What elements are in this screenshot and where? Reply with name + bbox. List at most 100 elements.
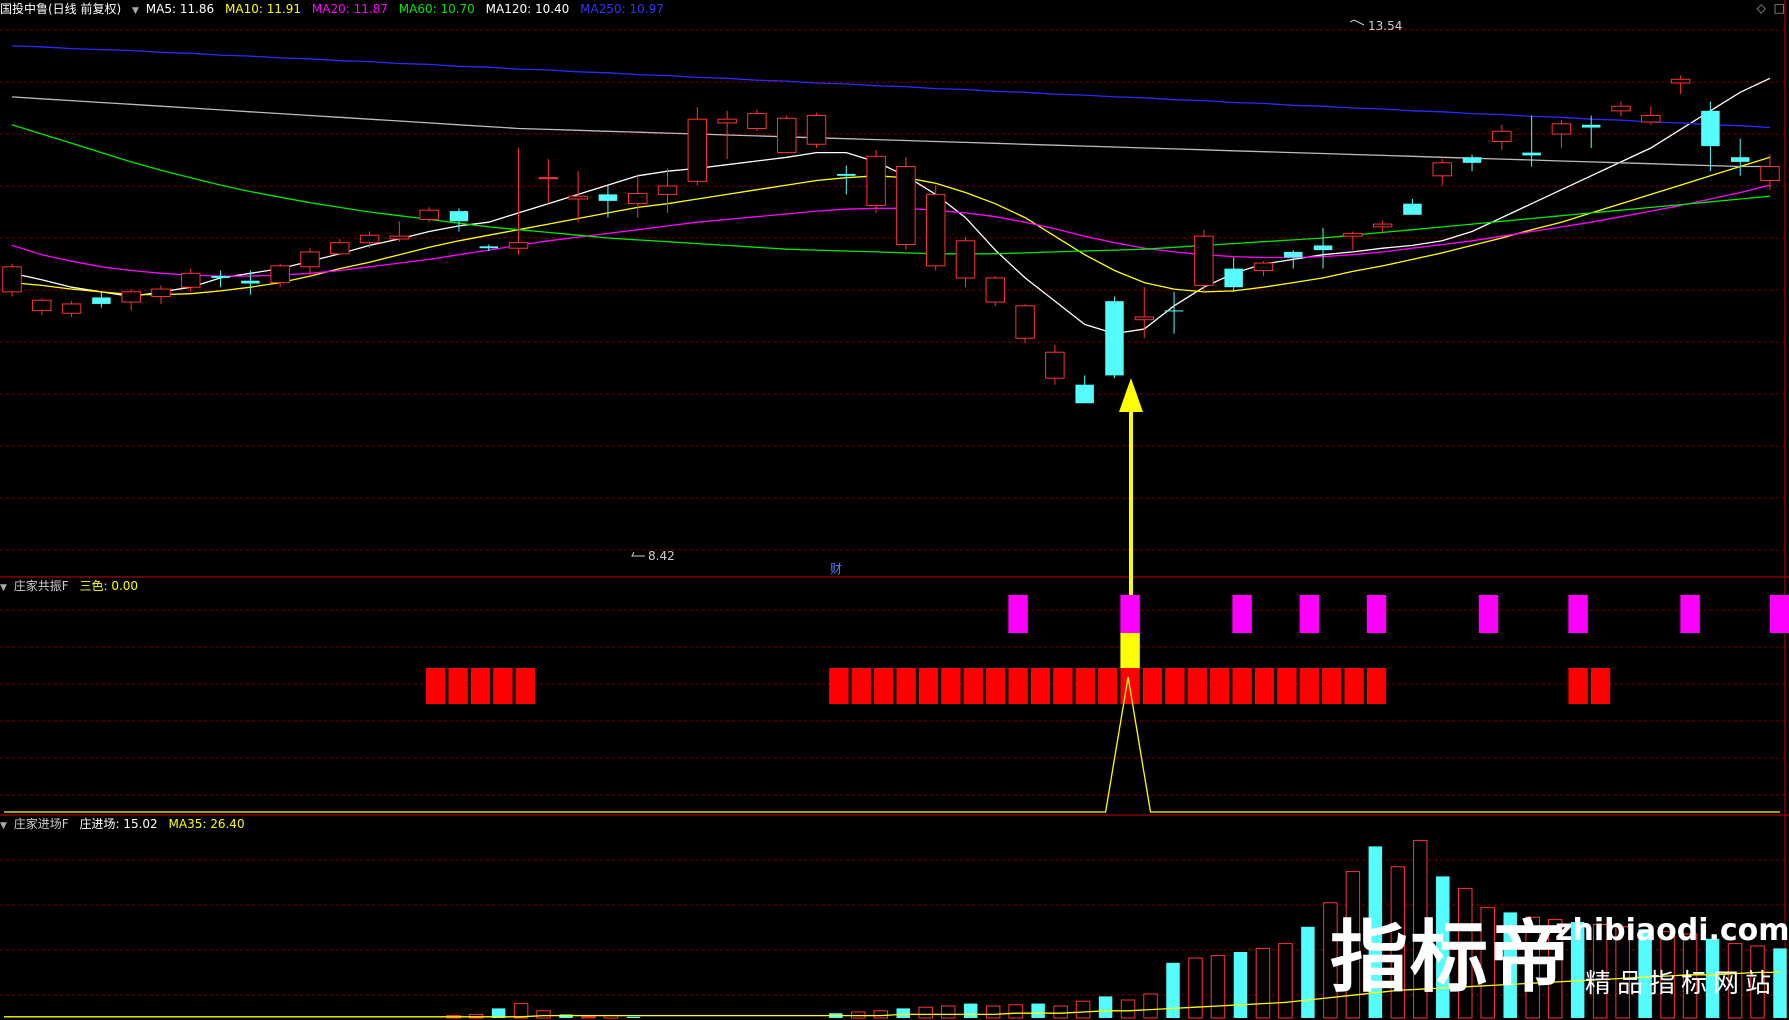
volume-bar xyxy=(1031,1003,1045,1018)
candle-body xyxy=(1313,245,1333,251)
magenta-block xyxy=(1770,595,1789,633)
candle-body xyxy=(151,288,171,298)
candle xyxy=(1432,159,1452,186)
candle xyxy=(657,168,678,213)
red-block xyxy=(874,668,894,704)
red-block xyxy=(851,668,871,704)
volume-bar xyxy=(626,1016,641,1018)
candle xyxy=(449,208,469,232)
candle xyxy=(1372,220,1393,232)
candle-body xyxy=(1134,316,1155,321)
candle xyxy=(1730,138,1750,176)
magenta-block xyxy=(1366,595,1387,633)
candle xyxy=(1403,199,1422,215)
red-block xyxy=(918,668,939,704)
volume-bar xyxy=(1301,926,1315,1018)
candle-body xyxy=(627,192,648,205)
candle-body xyxy=(121,291,141,303)
candle-body xyxy=(1105,301,1124,376)
volume-bar xyxy=(1255,947,1271,1019)
diamond-icon[interactable]: ◇ xyxy=(1757,1,1766,15)
volume-bar xyxy=(1120,999,1136,1019)
low-pointer xyxy=(631,551,645,557)
candle-body xyxy=(985,277,1006,303)
red-block xyxy=(941,668,961,704)
candle xyxy=(538,159,559,204)
watermark-sub: 精品指标网站 xyxy=(1585,969,1778,999)
magenta-block xyxy=(1299,595,1319,633)
stock-title[interactable]: 国投中鲁(日线 前复权) xyxy=(0,2,121,16)
candle-body xyxy=(837,173,856,176)
candle-body xyxy=(896,166,916,246)
red-block xyxy=(1590,668,1611,704)
candle xyxy=(866,149,886,213)
resonance-panel xyxy=(4,595,1789,813)
candle-body xyxy=(270,265,290,284)
main-candles[interactable] xyxy=(2,75,1780,404)
ma120-label: MA120: 10.40 xyxy=(485,2,570,16)
candle xyxy=(211,270,230,288)
candle-body xyxy=(1403,203,1422,215)
candle xyxy=(1194,229,1214,292)
dropdown-icon[interactable]: ▼ xyxy=(132,6,139,16)
red-block xyxy=(963,668,983,704)
panel3-value2: MA35: 26.40 xyxy=(168,817,245,831)
volume-bar xyxy=(1166,962,1180,1018)
candle-body xyxy=(211,276,230,278)
candle xyxy=(806,112,827,148)
volume-bar xyxy=(536,1010,551,1019)
high-pointer xyxy=(1349,19,1365,26)
red-block xyxy=(448,668,468,704)
signal-arrow-head xyxy=(1119,378,1143,412)
dropdown-icon[interactable]: ▼ xyxy=(0,821,7,831)
panel3-name[interactable]: 庄家进场F xyxy=(14,817,69,831)
candle-body xyxy=(717,118,737,124)
dropdown-icon[interactable]: ▼ xyxy=(0,583,7,593)
panel2-name[interactable]: 庄家共振F xyxy=(14,579,69,593)
red-block xyxy=(1142,668,1163,704)
panel3-header: ▼ 庄家进场F 庄进场: 15.02 MA35: 26.40 xyxy=(0,816,252,832)
watermark: 指标帝 zhibiaodi.com 精品指标网站 xyxy=(1330,895,1789,1015)
magenta-block xyxy=(1008,595,1028,633)
magenta-block xyxy=(1568,595,1588,633)
candle xyxy=(300,248,320,277)
candle-body xyxy=(1372,223,1393,228)
red-block xyxy=(1053,668,1073,704)
candle xyxy=(1641,106,1661,125)
candle-body xyxy=(449,211,469,222)
volume-bar xyxy=(896,1008,910,1018)
restore-icon[interactable]: □ xyxy=(1774,1,1785,15)
candle-body xyxy=(538,177,559,180)
red-block xyxy=(1075,668,1095,704)
candle-body xyxy=(657,185,678,195)
candle xyxy=(1075,375,1094,404)
candle xyxy=(1343,231,1363,251)
candle xyxy=(1164,291,1184,334)
candle-body xyxy=(1194,235,1214,286)
candle-body xyxy=(1730,157,1750,162)
candle-body xyxy=(1551,123,1572,135)
candle-body xyxy=(419,209,439,220)
candle-body xyxy=(747,113,767,129)
candle-body xyxy=(955,240,976,279)
candle-body xyxy=(1224,268,1243,288)
red-block xyxy=(896,668,916,704)
low-label: 8.42 xyxy=(648,549,675,563)
volume-bar xyxy=(1210,955,1226,1019)
candle-body xyxy=(359,234,380,244)
red-block xyxy=(1277,668,1297,704)
red-block xyxy=(1254,668,1275,704)
red-block xyxy=(1030,668,1051,704)
candle xyxy=(1581,115,1601,148)
candle xyxy=(776,115,797,154)
volume-bar xyxy=(963,1003,978,1018)
candle-body xyxy=(1492,130,1512,142)
cai-label: 财 xyxy=(830,562,842,576)
candle-body xyxy=(300,251,320,268)
red-block xyxy=(493,668,513,704)
candle xyxy=(359,231,380,249)
candle xyxy=(837,165,856,195)
candle-body xyxy=(1581,124,1601,128)
candle-body xyxy=(1253,262,1274,272)
candle-body xyxy=(61,303,82,314)
